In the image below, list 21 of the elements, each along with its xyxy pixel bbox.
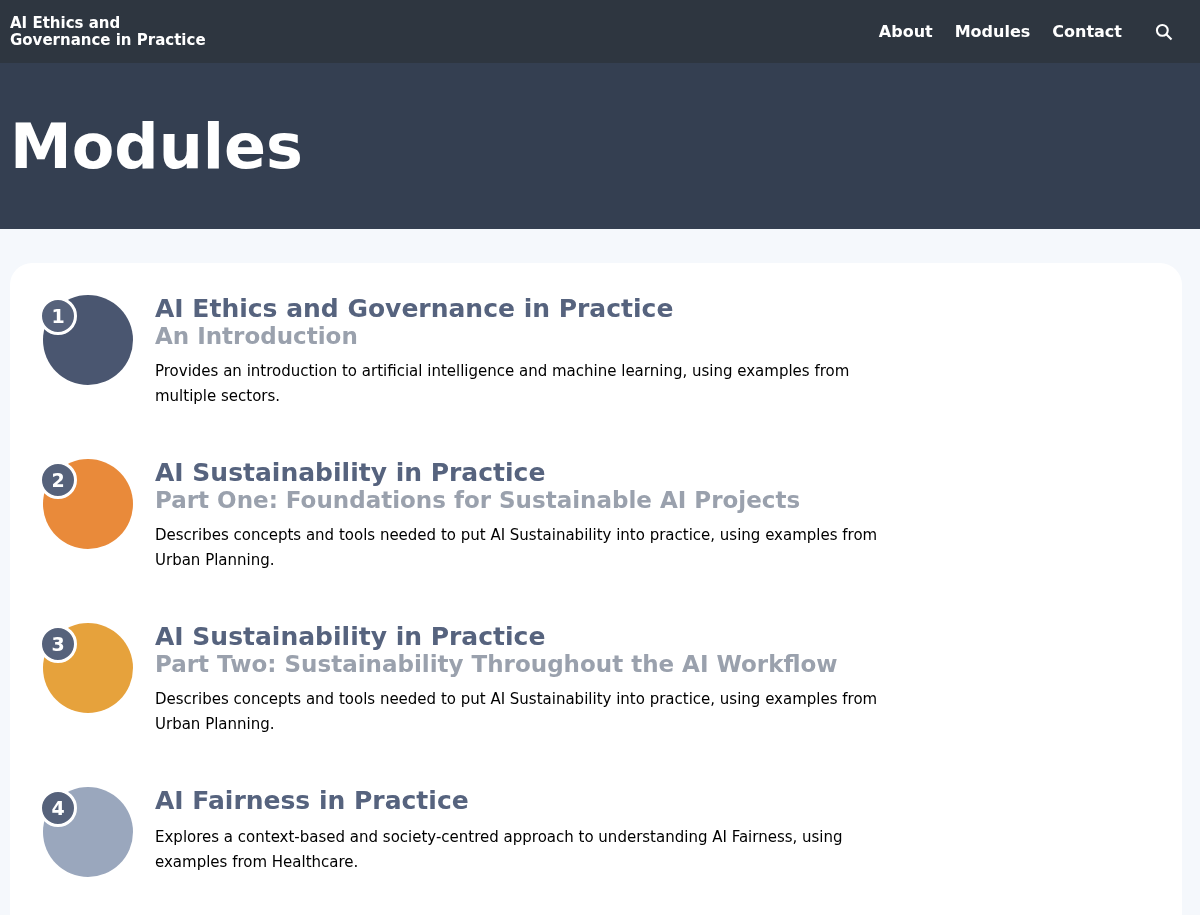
nav-link[interactable]: Contact <box>1052 19 1122 44</box>
module-description: Explores a context-based and society-centred approach to understanding AI Fairness, using examples from Healthcare. <box>155 827 844 873</box>
number-badge: 1 <box>39 297 77 335</box>
page-title: Modules <box>10 108 304 185</box>
module-description: Describes concepts and tools needed to put AI Sustainability into practice, using examples from Urban Planning. <box>155 525 879 571</box>
search-icon[interactable] <box>1154 21 1174 42</box>
site-title[interactable]: AI Ethics and Governance in Practice <box>10 14 206 49</box>
module-subtitle: Part One: Foundations for Sustainable AI Projects <box>155 487 801 513</box>
module-subtitle: Part Two: Sustainability Throughout the AI Workflow <box>155 651 838 677</box>
nav-link[interactable]: Modules <box>954 19 1031 44</box>
module-title[interactable]: AI Ethics and Governance in Practice <box>155 295 674 323</box>
module-title[interactable]: AI Sustainability in Practice <box>155 459 546 487</box>
nav-link[interactable]: About <box>878 19 933 44</box>
module-title[interactable]: AI Fairness in Practice <box>155 787 469 815</box>
module-description: Provides an introduction to artificial intelligence and machine learning, using examples from multiple sectors. <box>155 361 851 407</box>
module-title[interactable]: AI Sustainability in Practice <box>155 623 546 651</box>
number-badge: 4 <box>39 789 77 827</box>
number-badge: 2 <box>39 461 77 499</box>
module-subtitle: An Introduction <box>155 323 358 349</box>
module-description: Describes concepts and tools needed to put AI Sustainability into practice, using examples from Urban Planning. <box>155 689 879 735</box>
number-badge: 3 <box>39 625 77 663</box>
